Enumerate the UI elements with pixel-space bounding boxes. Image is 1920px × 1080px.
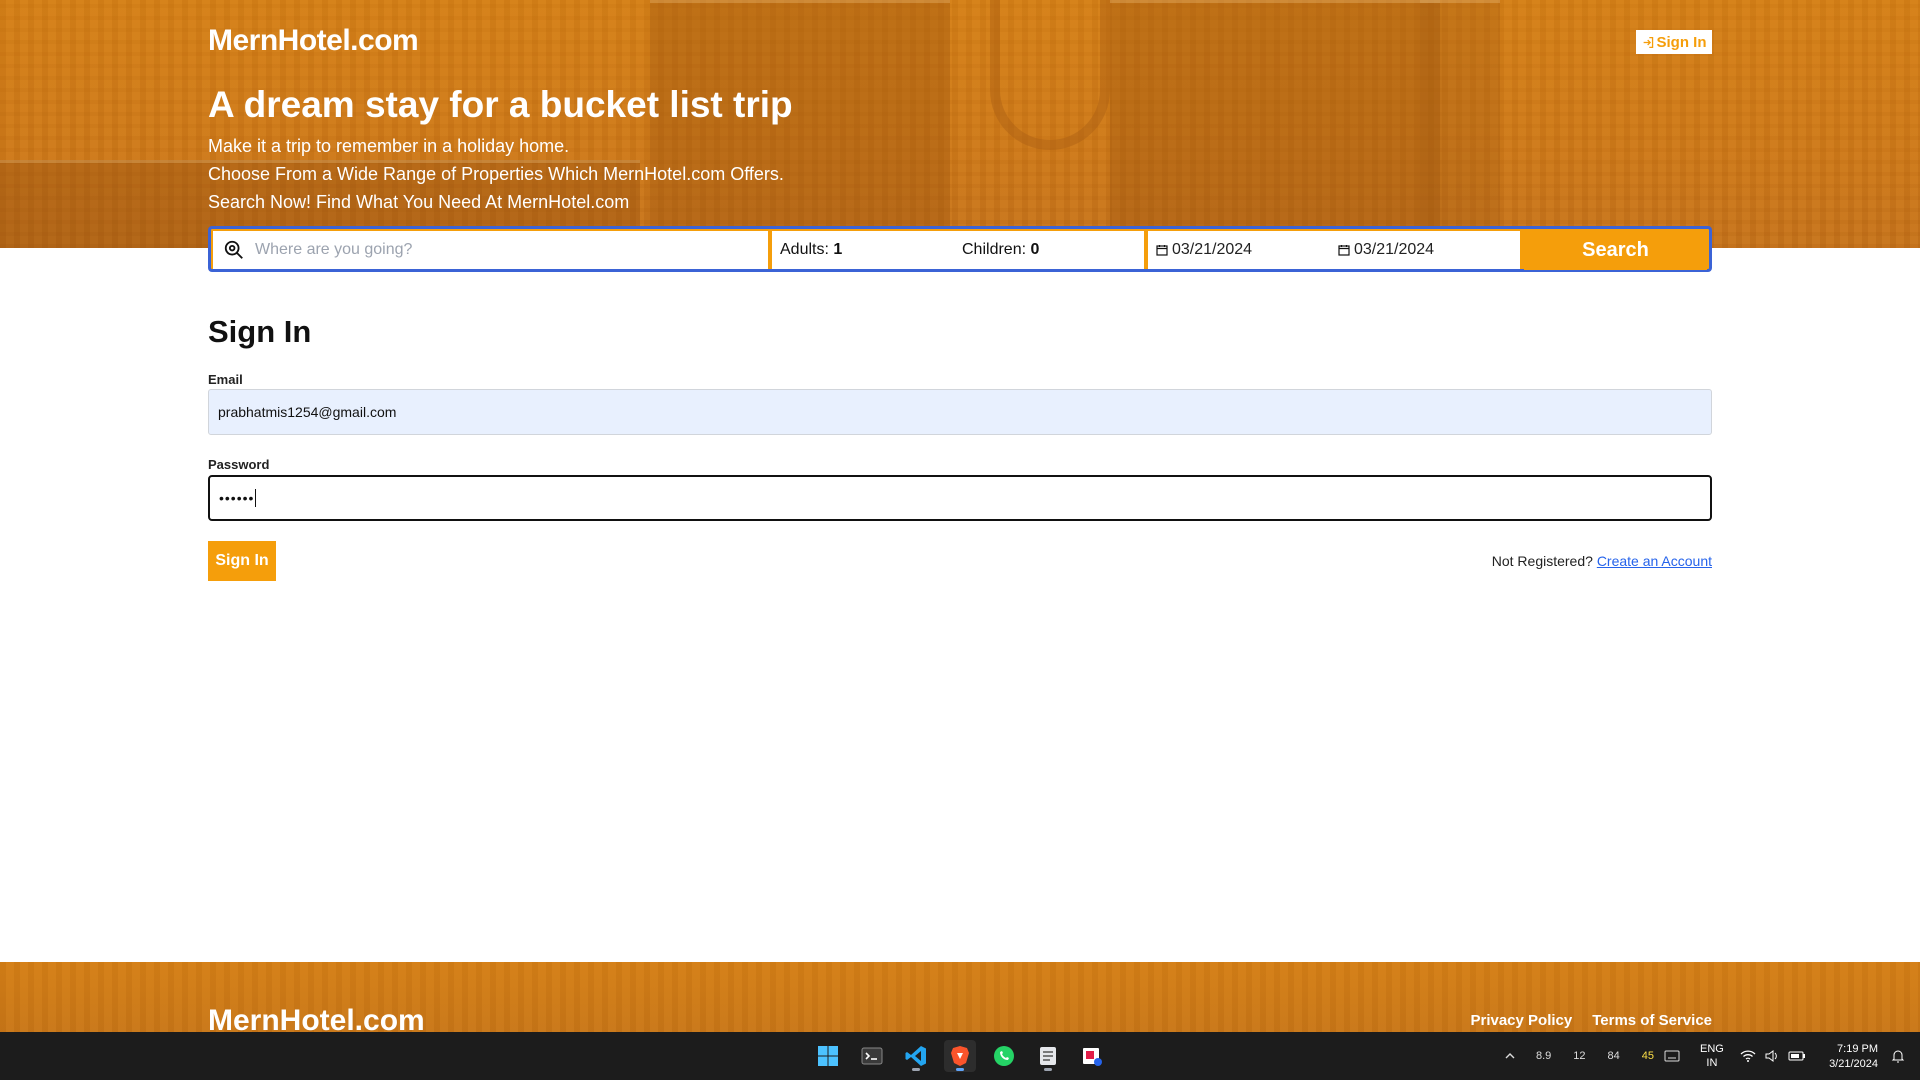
register-prompt: Not Registered? Create an Account [1492, 553, 1712, 569]
email-value: prabhatmis1254@gmail.com [218, 404, 397, 420]
windows-taskbar: 8.9 12 84 45 ENG IN 7:19 PM 3/21/2024 [0, 1032, 1920, 1080]
check-out-date: 03/21/2024 [1354, 241, 1435, 258]
calendar-icon [1156, 245, 1168, 256]
hero-subline: Choose From a Wide Range of Properties W… [208, 164, 784, 184]
tray-value: 84 [1607, 1050, 1620, 1062]
terms-of-service-link[interactable]: Terms of Service [1592, 1012, 1712, 1029]
footer-logo: MernHotel.com [208, 1004, 425, 1032]
clock-time: 7:19 PM [1837, 1043, 1878, 1055]
hero-background-building [1110, 0, 1440, 248]
terminal-icon[interactable] [856, 1040, 888, 1072]
check-out-date-picker[interactable]: 03/21/2024 [1338, 241, 1520, 259]
hero-subline: Search Now! Find What You Need At MernHo… [208, 192, 630, 212]
adults-counter[interactable]: Adults: 1 [780, 241, 962, 259]
header-sign-in-label: Sign In [1656, 33, 1707, 51]
page-title: Sign In [208, 314, 312, 349]
destination-input[interactable] [255, 241, 755, 259]
sign-in-submit-button[interactable]: Sign In [208, 541, 276, 581]
destination-field[interactable] [213, 231, 768, 269]
clock-date: 3/21/2024 [1829, 1058, 1878, 1070]
privacy-policy-link[interactable]: Privacy Policy [1470, 1012, 1572, 1029]
site-footer: MernHotel.com Privacy Policy Terms of Se… [0, 962, 1920, 1032]
tray-overflow-chevron[interactable] [1504, 1032, 1516, 1080]
email-field[interactable]: prabhatmis1254@gmail.com [208, 389, 1712, 435]
adults-label: Adults: [780, 241, 829, 258]
search-bar: Adults: 1 Children: 0 03/21/2024 03/21/2… [208, 226, 1712, 272]
wifi-icon[interactable] [1740, 1032, 1756, 1080]
brave-browser-icon[interactable] [944, 1040, 976, 1072]
password-field[interactable]: •••••• [208, 475, 1712, 521]
tray-value: 8.9 [1536, 1050, 1552, 1062]
children-counter[interactable]: Children: 0 [962, 241, 1144, 259]
password-label: Password [208, 457, 270, 472]
adults-value: 1 [833, 241, 843, 258]
system-clock[interactable]: 7:19 PM 3/21/2024 [1818, 1042, 1878, 1072]
language-code: ENG [1700, 1043, 1724, 1055]
tray-widgets[interactable]: 8.9 12 84 45 [1536, 1032, 1676, 1080]
guests-field: Adults: 1 Children: 0 [772, 231, 1144, 269]
running-indicator [912, 1068, 920, 1071]
snipping-tool-icon[interactable] [1076, 1040, 1108, 1072]
calendar-icon [1338, 245, 1350, 256]
header-sign-in-button[interactable]: Sign In [1636, 30, 1712, 54]
dates-field: 03/21/2024 03/21/2024 [1148, 231, 1520, 269]
check-in-date-picker[interactable]: 03/21/2024 [1156, 241, 1338, 259]
not-registered-text: Not Registered? [1491, 553, 1593, 569]
hero-headline: A dream stay for a bucket list trip [208, 84, 793, 125]
battery-icon[interactable] [1788, 1032, 1806, 1080]
region-code: IN [1706, 1057, 1718, 1069]
volume-icon[interactable] [1764, 1032, 1780, 1080]
language-indicator[interactable]: ENG IN [1700, 1042, 1724, 1070]
email-label: Email [208, 372, 243, 387]
search-location-icon [224, 240, 243, 259]
children-label: Children: [962, 241, 1027, 258]
whatsapp-icon[interactable] [988, 1040, 1020, 1072]
windows-start-icon[interactable] [812, 1040, 844, 1072]
running-indicator [956, 1068, 964, 1071]
notepad-icon[interactable] [1032, 1040, 1064, 1072]
tray-value: 45 [1641, 1050, 1655, 1062]
hero-subline: Make it a trip to remember in a holiday … [208, 136, 570, 156]
site-logo[interactable]: MernHotel.com [208, 24, 419, 58]
hero-background-building [1420, 0, 1500, 248]
password-value: •••••• [219, 490, 255, 506]
vscode-icon[interactable] [900, 1040, 932, 1072]
hero-background-arch [990, 0, 1110, 150]
notification-bell-icon[interactable] [1890, 1032, 1906, 1080]
create-account-link[interactable]: Create an Account [1597, 553, 1712, 569]
running-indicator [1044, 1068, 1052, 1071]
text-caret [255, 489, 257, 507]
hero-banner: MernHotel.com Sign In A dream stay for a… [0, 0, 1920, 248]
check-in-date: 03/21/2024 [1172, 241, 1253, 258]
search-button[interactable]: Search [1524, 230, 1707, 270]
footer-links: Privacy Policy Terms of Service [1470, 1012, 1712, 1029]
sign-in-icon [1643, 36, 1653, 48]
children-value: 0 [1030, 241, 1040, 258]
touch-keyboard-icon[interactable] [1664, 1032, 1680, 1080]
tray-value: 12 [1573, 1050, 1586, 1062]
chevron-up-icon [1505, 1053, 1515, 1059]
